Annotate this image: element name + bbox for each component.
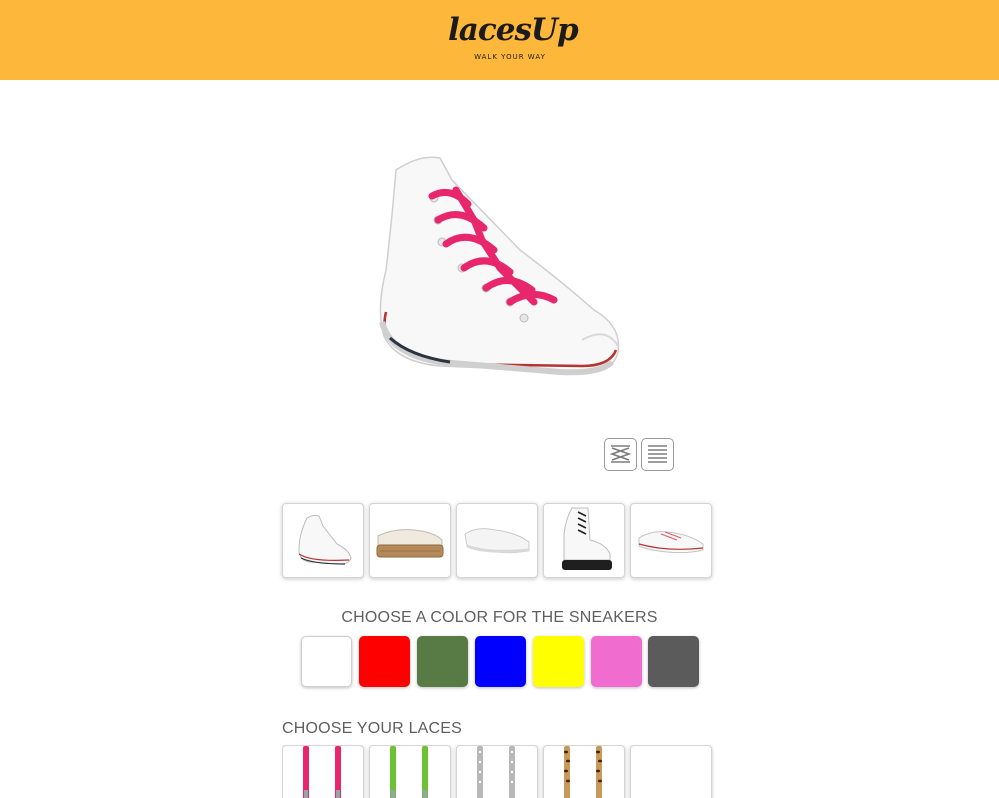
shoe-model-platform[interactable] xyxy=(369,503,451,578)
white-low-top-sneaker-icon xyxy=(638,531,704,554)
color-swatch-red[interactable] xyxy=(359,636,410,687)
white-high-top-sneaker-icon xyxy=(298,514,352,565)
shoe-model-selector xyxy=(282,503,714,579)
color-swatch-yellow[interactable] xyxy=(533,636,584,687)
pink-lace-icon xyxy=(303,746,341,798)
white-leather-boot-icon xyxy=(562,507,612,570)
sneaker-preview-image xyxy=(379,156,620,376)
color-swatch-gray[interactable] xyxy=(648,636,699,687)
silver-dotted-lace-icon xyxy=(477,746,515,798)
lace-option-leopard[interactable] xyxy=(543,745,625,798)
shoe-model-high-top[interactable] xyxy=(282,503,364,578)
sneaker-color-heading: CHOOSE A COLOR FOR THE SNEAKERS xyxy=(341,609,658,626)
green-lace-icon xyxy=(390,746,428,798)
platform-espadrille-sneaker-icon xyxy=(376,529,444,558)
logo-tagline: WALK YOUR WAY xyxy=(474,53,546,61)
logo-wordmark: lacesUp xyxy=(448,12,579,48)
empty-lace-slot-icon xyxy=(631,746,711,798)
color-swatch-blue[interactable] xyxy=(475,636,526,687)
lace-option-empty[interactable] xyxy=(630,745,712,798)
straight-lacing-icon xyxy=(648,445,667,463)
lacesup-logo[interactable]: lacesUp WALK YOUR WAY xyxy=(448,10,579,70)
white-slip-on-sneaker-icon xyxy=(464,528,530,554)
shoe-model-low-top[interactable] xyxy=(630,503,712,578)
leopard-print-lace-icon xyxy=(564,746,602,798)
lace-option-pink[interactable] xyxy=(282,745,364,798)
lace-option-silver-dotted[interactable] xyxy=(456,745,538,798)
color-swatch-green[interactable] xyxy=(417,636,468,687)
app-header: lacesUp WALK YOUR WAY xyxy=(0,0,999,80)
shoe-model-slip-on[interactable] xyxy=(456,503,538,578)
lace-selector xyxy=(282,745,714,798)
criss-cross-lacing-icon xyxy=(609,445,632,463)
color-swatch-white[interactable] xyxy=(301,636,352,687)
sneaker-preview xyxy=(360,140,640,390)
criss-cross-view-button[interactable] xyxy=(604,438,637,471)
laces-heading: CHOOSE YOUR LACES xyxy=(282,720,463,737)
shoe-model-boot[interactable] xyxy=(543,503,625,578)
color-swatch-pink[interactable] xyxy=(591,636,642,687)
straight-view-button[interactable] xyxy=(641,438,674,471)
lace-option-green[interactable] xyxy=(369,745,451,798)
sneaker-color-picker xyxy=(301,636,701,688)
